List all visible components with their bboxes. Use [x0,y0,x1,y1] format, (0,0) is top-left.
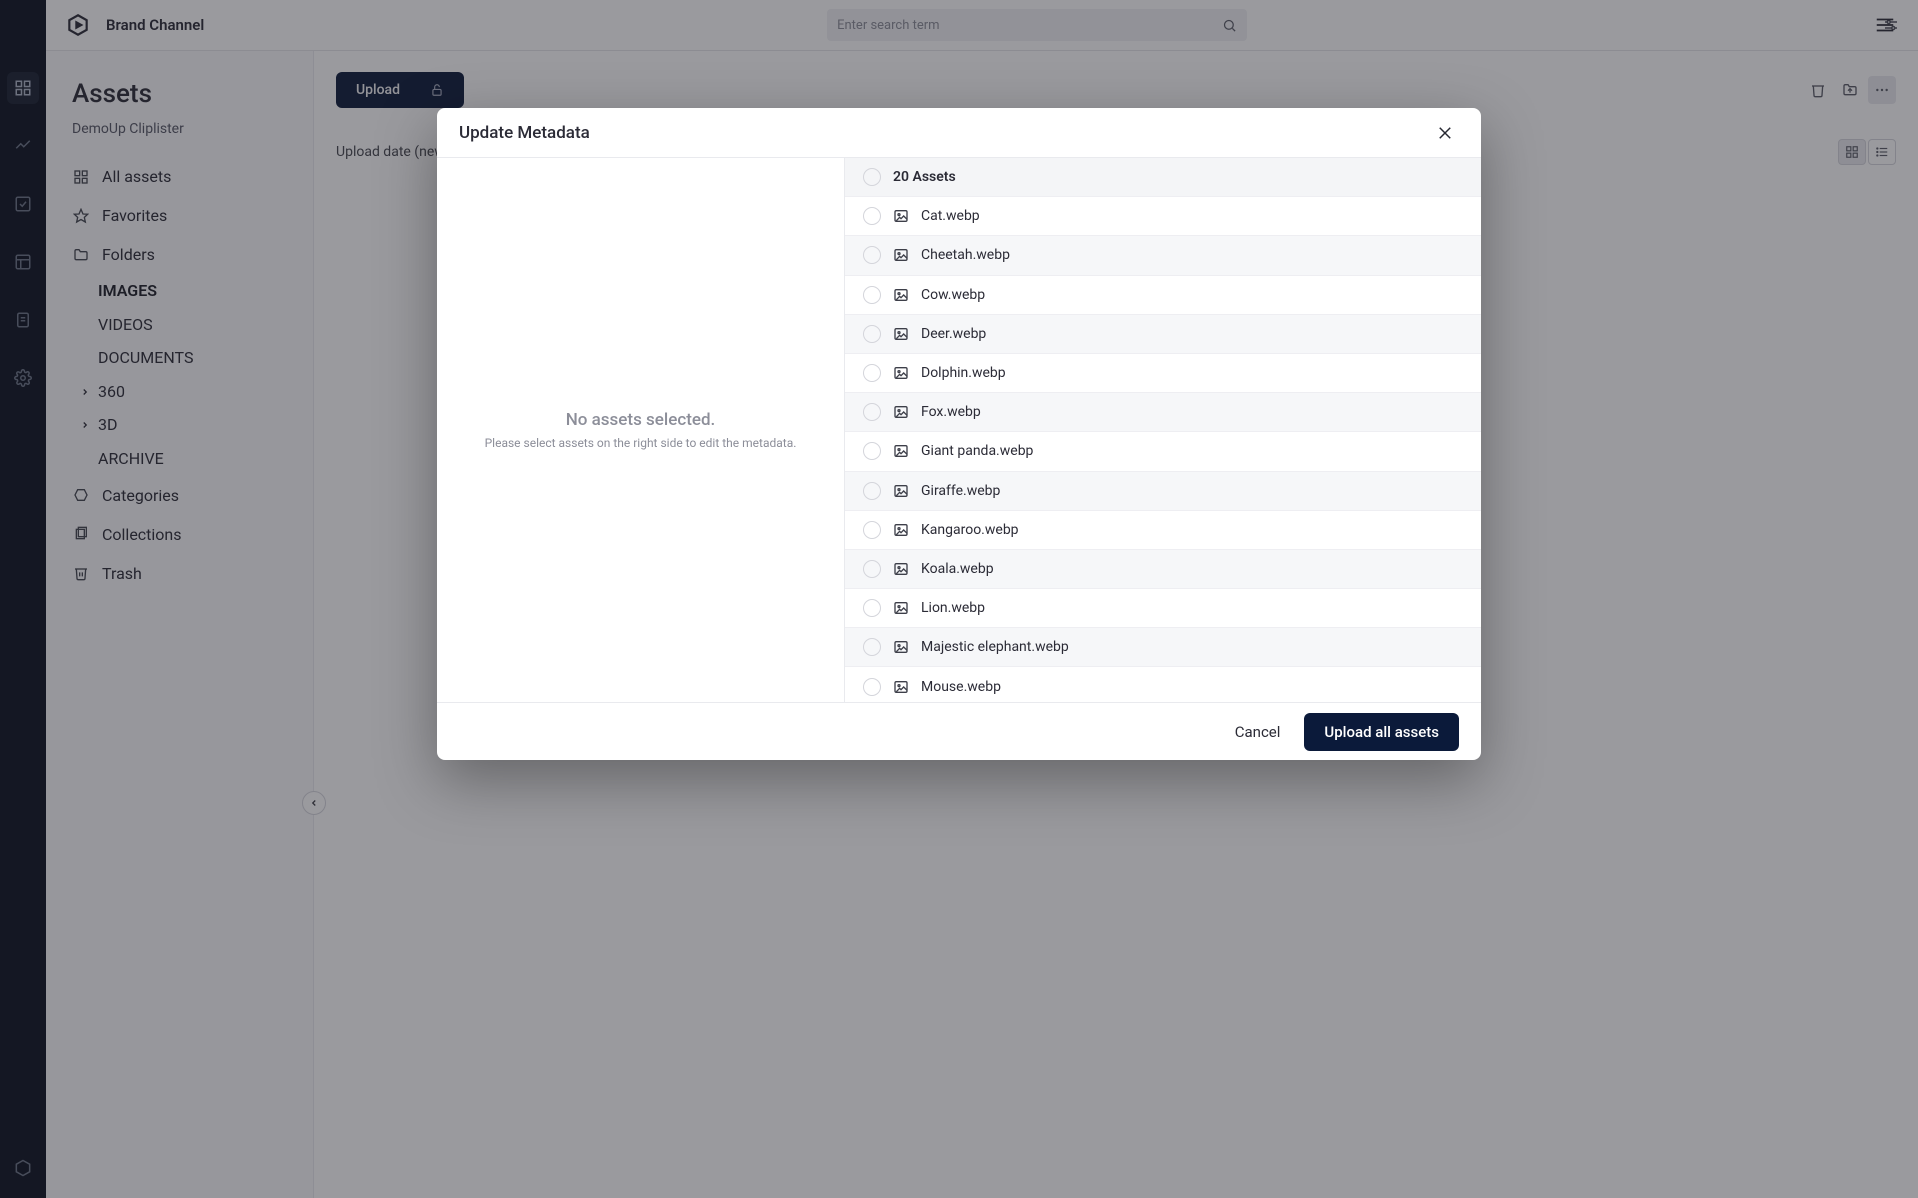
asset-filename: Deer.webp [921,326,986,342]
asset-row[interactable]: Fox.webp [845,393,1481,432]
image-icon [893,326,909,342]
asset-filename: Cheetah.webp [921,247,1010,263]
asset-radio[interactable] [863,207,881,225]
asset-radio[interactable] [863,364,881,382]
asset-row[interactable]: Majestic elephant.webp [845,628,1481,667]
image-icon [893,208,909,224]
image-icon [893,679,909,695]
asset-count: 20 Assets [893,169,956,185]
asset-row[interactable]: Koala.webp [845,550,1481,589]
asset-radio[interactable] [863,678,881,696]
asset-radio[interactable] [863,403,881,421]
image-icon [893,600,909,616]
empty-title: No assets selected. [566,410,716,430]
asset-row[interactable]: Cow.webp [845,276,1481,315]
modal-empty-panel: No assets selected. Please select assets… [437,158,845,702]
asset-radio[interactable] [863,325,881,343]
asset-list-header[interactable]: 20 Assets [845,158,1481,197]
asset-radio[interactable] [863,599,881,617]
asset-filename: Dolphin.webp [921,365,1006,381]
asset-filename: Giant panda.webp [921,443,1033,459]
modal-overlay: Update Metadata No assets selected. Plea… [0,0,1918,1198]
asset-row[interactable]: Cat.webp [845,197,1481,236]
image-icon [893,522,909,538]
upload-all-button[interactable]: Upload all assets [1304,713,1459,751]
asset-row[interactable]: Dolphin.webp [845,354,1481,393]
modal-title: Update Metadata [459,123,590,143]
image-icon [893,443,909,459]
asset-row[interactable]: Kangaroo.webp [845,511,1481,550]
asset-radio[interactable] [863,560,881,578]
asset-filename: Mouse.webp [921,679,1001,695]
asset-radio[interactable] [863,521,881,539]
modal-footer: Cancel Upload all assets [437,702,1481,760]
image-icon [893,639,909,655]
asset-radio[interactable] [863,286,881,304]
asset-row[interactable]: Giant panda.webp [845,432,1481,471]
asset-radio[interactable] [863,638,881,656]
asset-radio[interactable] [863,442,881,460]
asset-row[interactable]: Lion.webp [845,589,1481,628]
close-button[interactable] [1431,119,1459,147]
asset-filename: Cow.webp [921,287,985,303]
image-icon [893,287,909,303]
update-metadata-modal: Update Metadata No assets selected. Plea… [437,108,1481,760]
asset-filename: Giraffe.webp [921,483,1000,499]
cancel-button[interactable]: Cancel [1235,723,1281,741]
asset-filename: Majestic elephant.webp [921,639,1069,655]
asset-row[interactable]: Deer.webp [845,315,1481,354]
asset-filename: Lion.webp [921,600,985,616]
select-all-radio[interactable] [863,168,881,186]
asset-radio[interactable] [863,482,881,500]
asset-filename: Fox.webp [921,404,981,420]
asset-list: 20 Assets Cat.webp Cheetah.webp Cow.webp De… [845,158,1481,702]
image-icon [893,404,909,420]
modal-body: No assets selected. Please select assets… [437,158,1481,702]
image-icon [893,561,909,577]
modal-header: Update Metadata [437,108,1481,158]
asset-radio[interactable] [863,246,881,264]
asset-row[interactable]: Cheetah.webp [845,236,1481,275]
asset-row[interactable]: Giraffe.webp [845,472,1481,511]
image-icon [893,483,909,499]
image-icon [893,247,909,263]
image-icon [893,365,909,381]
empty-subtitle: Please select assets on the right side t… [485,436,797,450]
asset-filename: Koala.webp [921,561,994,577]
asset-row[interactable]: Mouse.webp [845,667,1481,702]
asset-filename: Kangaroo.webp [921,522,1019,538]
asset-filename: Cat.webp [921,208,980,224]
